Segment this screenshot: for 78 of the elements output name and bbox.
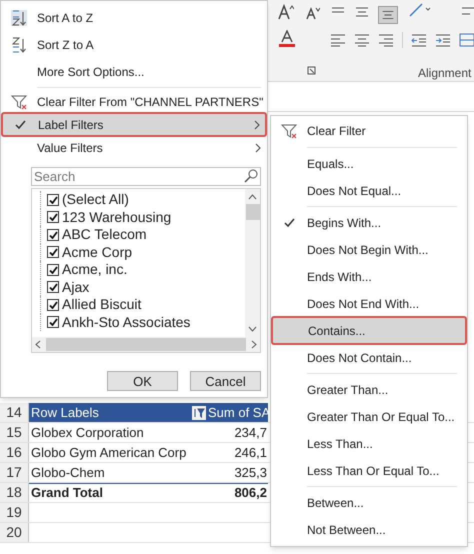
checkbox[interactable]	[47, 264, 59, 276]
row-number: 14	[6, 403, 22, 422]
merge-cells-icon[interactable]	[459, 33, 474, 47]
menu-item[interactable]: Greater Than Or Equal To...	[271, 403, 467, 430]
scrollbar-thumb[interactable]	[46, 338, 246, 351]
menu-item[interactable]: Does Not Begin With...	[271, 236, 467, 263]
vertical-scrollbar[interactable]	[245, 189, 260, 337]
table-cell-text: 246,1	[233, 444, 268, 462]
table-cell-text: Globo-Chem	[30, 464, 106, 482]
clear-filter-icon	[281, 123, 297, 139]
scrollbar-thumb[interactable]	[246, 204, 260, 220]
search-field[interactable]: Search	[31, 167, 261, 186]
menu-item[interactable]: Not Between...	[271, 516, 467, 543]
menu-item[interactable]: Value Filters	[1, 136, 267, 159]
menu-item[interactable]: Less Than Or Equal To...	[271, 457, 467, 484]
menu-item[interactable]: More Sort Options...	[1, 58, 267, 85]
table-cell-text: Globo Gym American Corp	[30, 444, 188, 462]
font-color-icon[interactable]	[279, 30, 295, 48]
chevron-right-icon	[254, 120, 260, 130]
align-center-icon[interactable]	[354, 33, 370, 47]
table-cell: 806,2	[207, 483, 268, 502]
scroll-down-icon	[248, 326, 257, 332]
checkbox[interactable]	[47, 228, 59, 241]
group-label: Alignment	[418, 65, 472, 82]
dialog-launcher-icon[interactable]	[307, 66, 316, 75]
menu-item[interactable]: Label Filters	[2, 113, 266, 136]
table-cell-text: 234,7	[233, 424, 268, 442]
checkbox[interactable]	[47, 298, 59, 311]
menu-item[interactable]: Between...	[271, 489, 467, 516]
horizontal-scrollbar[interactable]	[32, 337, 260, 352]
filter-icon[interactable]	[192, 406, 206, 420]
align-left-icon[interactable]	[330, 33, 346, 47]
scroll-right-icon	[251, 340, 257, 349]
cancel-button[interactable]: Cancel	[190, 371, 261, 391]
menu-item[interactable]: Clear Filter	[271, 117, 467, 145]
menu-item[interactable]: Sort A to Z	[1, 4, 267, 31]
menu-item[interactable]: Equals...	[271, 150, 467, 177]
sort-ascending-icon	[11, 10, 27, 26]
table-cell-text: 325,3	[233, 464, 268, 482]
menu-item[interactable]: Does Not Contain...	[271, 344, 467, 371]
row-number: 17	[6, 463, 22, 482]
table-cell: Grand Total	[29, 483, 190, 502]
decrease-indent-icon[interactable]	[411, 33, 427, 47]
menu-item[interactable]: Clear Filter From "CHANNEL PARTNERS"	[1, 90, 267, 113]
row-number: 20	[6, 523, 22, 542]
align-middle-icon[interactable]	[354, 6, 370, 18]
checkbox[interactable]	[47, 246, 59, 258]
menu-item[interactable]: Greater Than...	[271, 376, 467, 403]
font-shrink-icon[interactable]	[306, 6, 320, 20]
align-bottom-icon[interactable]	[378, 6, 398, 24]
search-icon	[244, 169, 258, 183]
scroll-up-icon	[248, 194, 257, 200]
orientation-icon[interactable]	[408, 2, 432, 18]
row-number: 15	[6, 423, 22, 442]
menu-item[interactable]: Contains...	[272, 317, 466, 344]
row-number: 19	[6, 503, 22, 522]
font-grow-icon[interactable]	[278, 4, 294, 20]
menu-item[interactable]: Less Than...	[271, 430, 467, 457]
clear-filter-icon	[11, 94, 27, 110]
ok-button[interactable]: OK	[107, 371, 178, 391]
header-cell: Row Labels	[29, 403, 190, 422]
menu-item[interactable]: Does Not Equal...	[271, 177, 467, 204]
checkbox[interactable]	[47, 194, 59, 206]
chevron-right-icon	[255, 142, 261, 152]
row-number: 16	[6, 443, 22, 462]
table-cell-text: Globex Corporation	[30, 424, 145, 442]
menu-item[interactable]: Sort Z to A	[1, 31, 267, 58]
align-right-icon[interactable]	[378, 33, 394, 47]
increase-indent-icon[interactable]	[435, 33, 451, 47]
checkbox[interactable]	[47, 211, 59, 224]
menu-item[interactable]: Ends With...	[271, 263, 467, 290]
scroll-left-icon	[35, 340, 41, 349]
sort-descending-icon	[11, 36, 27, 52]
checkbox[interactable]	[47, 281, 59, 294]
checkbox[interactable]	[47, 316, 59, 328]
menu-item[interactable]: Begins With...	[271, 209, 467, 236]
menu-item[interactable]: Does Not End With...	[271, 290, 467, 317]
row-number: 18	[6, 483, 22, 502]
